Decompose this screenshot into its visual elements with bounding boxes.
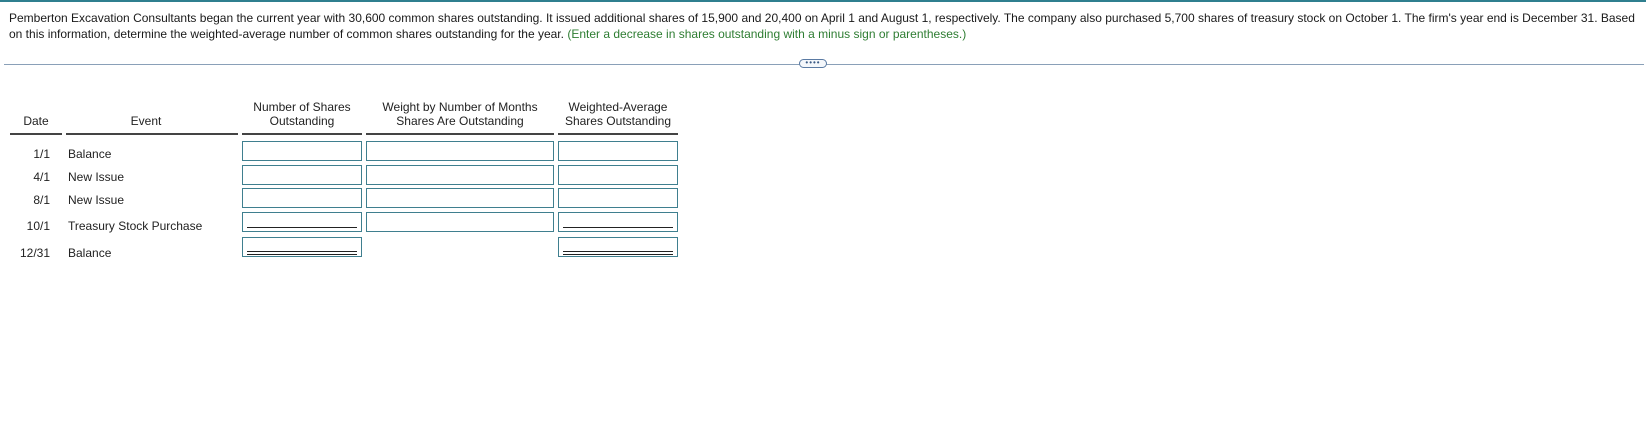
header-wavg: Weighted-Average Shares Outstanding bbox=[556, 100, 680, 128]
row-event: New Issue bbox=[68, 170, 125, 184]
header-underline-wavg bbox=[558, 133, 678, 135]
top-accent-rule bbox=[0, 0, 1646, 2]
header-shares-line1: Number of Shares bbox=[253, 100, 351, 114]
expand-more-button[interactable]: •••• bbox=[799, 59, 827, 68]
header-underline-shares bbox=[242, 133, 362, 135]
weight-input-4-1[interactable] bbox=[366, 165, 554, 185]
shares-input-8-1[interactable] bbox=[242, 188, 362, 208]
question-text: Pemberton Excavation Consultants began t… bbox=[9, 10, 1637, 42]
wavg-input-1-1[interactable] bbox=[558, 141, 678, 161]
header-underline-date bbox=[10, 133, 62, 135]
header-wavg-line2: Shares Outstanding bbox=[564, 114, 672, 128]
header-date: Date bbox=[23, 114, 49, 128]
header-shares-line2: Outstanding bbox=[269, 114, 335, 128]
row-date: 4/1 bbox=[33, 170, 50, 184]
row-event: Treasury Stock Purchase bbox=[68, 219, 203, 233]
weight-input-8-1[interactable] bbox=[366, 188, 554, 208]
weight-input-10-1[interactable] bbox=[366, 212, 554, 232]
question-hint: (Enter a decrease in shares outstanding … bbox=[567, 27, 967, 41]
row-date: 1/1 bbox=[33, 147, 50, 161]
header-shares: Number of Shares Outstanding bbox=[242, 100, 362, 128]
shares-input-1-1[interactable] bbox=[242, 141, 362, 161]
wavg-input-10-1[interactable] bbox=[558, 212, 678, 232]
wavg-input-12-31[interactable] bbox=[558, 237, 678, 257]
row-event: Balance bbox=[68, 246, 112, 260]
header-weight-line1: Weight by Number of Months bbox=[382, 100, 538, 114]
wavg-input-4-1[interactable] bbox=[558, 165, 678, 185]
row-event: Balance bbox=[68, 147, 112, 161]
row-date: 10/1 bbox=[26, 219, 50, 233]
shares-input-4-1[interactable] bbox=[242, 165, 362, 185]
wavg-input-8-1[interactable] bbox=[558, 188, 678, 208]
header-weight: Weight by Number of Months Shares Are Ou… bbox=[366, 100, 554, 128]
header-weight-line2: Shares Are Outstanding bbox=[396, 114, 524, 128]
row-event: New Issue bbox=[68, 193, 125, 207]
shares-input-12-31[interactable] bbox=[242, 237, 362, 257]
header-wavg-line1: Weighted-Average bbox=[568, 100, 668, 114]
weight-input-1-1[interactable] bbox=[366, 141, 554, 161]
header-underline-weight bbox=[366, 133, 554, 135]
row-date: 8/1 bbox=[33, 193, 50, 207]
row-date: 12/31 bbox=[19, 246, 50, 260]
header-underline-event bbox=[66, 133, 238, 135]
header-event: Event bbox=[130, 114, 162, 128]
shares-input-10-1[interactable] bbox=[242, 212, 362, 232]
